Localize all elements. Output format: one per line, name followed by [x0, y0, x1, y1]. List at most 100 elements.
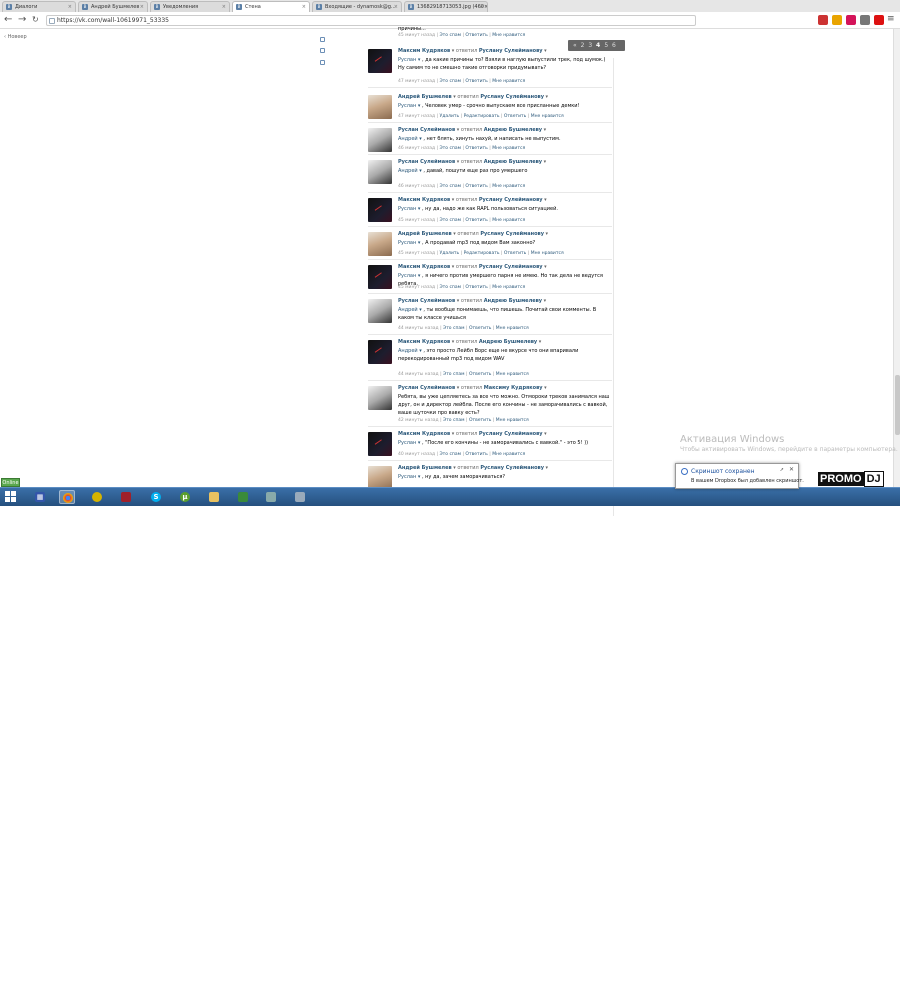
browser-tab[interactable]: В Диалоги ×: [2, 1, 76, 12]
comment-author[interactable]: Максим Кудряков: [398, 197, 450, 203]
chevron-down-icon[interactable]: ▾: [542, 159, 547, 165]
avatar[interactable]: [368, 432, 392, 456]
newer-link[interactable]: ‹ Новеер: [4, 34, 27, 40]
avatar[interactable]: [368, 386, 392, 410]
reply-to-link[interactable]: Руслану Сулейманову: [479, 197, 543, 203]
tab-close-icon[interactable]: ×: [480, 2, 484, 12]
gmail-icon[interactable]: [874, 15, 884, 25]
comment-action[interactable]: Ответить: [465, 184, 487, 189]
chevron-down-icon[interactable]: ▾: [543, 197, 547, 203]
comment-action[interactable]: Ответить: [469, 418, 491, 423]
taskbar-chrome-icon[interactable]: [59, 490, 75, 504]
comment-action[interactable]: Это спам: [443, 326, 465, 331]
taskbar-utorrent-icon[interactable]: µ: [177, 490, 193, 504]
comment-action[interactable]: Это спам: [440, 79, 462, 84]
taskbar-save-icon[interactable]: ▦: [32, 490, 48, 504]
comment-time[interactable]: 45 минут назад: [398, 33, 435, 38]
comment-action[interactable]: Ответить: [504, 114, 526, 119]
pagination-prev[interactable]: «: [573, 42, 581, 49]
comment-action[interactable]: Редактировать: [464, 251, 500, 256]
mention-link[interactable]: Андрей ▾: [398, 136, 423, 142]
comment-action[interactable]: Это спам: [440, 285, 462, 290]
comment-action[interactable]: Ответить: [469, 326, 491, 331]
comment-author[interactable]: Руслан Сулейманов: [398, 127, 455, 133]
mention-link[interactable]: Руслан ▾: [398, 240, 422, 246]
mention-link[interactable]: Андрей ▾: [398, 348, 423, 354]
taskbar-folder-icon[interactable]: [206, 490, 222, 504]
pagination-page[interactable]: 6: [612, 42, 617, 49]
pagination-page[interactable]: 5: [604, 42, 612, 49]
reply-to-link[interactable]: Максиму Кудрякову: [484, 385, 543, 391]
avatar[interactable]: [368, 160, 392, 184]
taskbar-app-icon[interactable]: [89, 490, 105, 504]
chevron-down-icon[interactable]: ▾: [543, 264, 547, 270]
mention-link[interactable]: Андрей ▾: [398, 307, 423, 313]
extension-icon[interactable]: [846, 15, 856, 25]
comment-action[interactable]: Ответить: [465, 146, 487, 151]
taskbar-app-icon[interactable]: [292, 490, 308, 504]
chevron-down-icon[interactable]: ▾: [543, 48, 547, 54]
avatar[interactable]: [368, 340, 392, 364]
comment-action[interactable]: Мне нравится: [496, 326, 529, 331]
comment-action[interactable]: Мне нравится: [492, 79, 525, 84]
comment-time[interactable]: 40 минут назад: [398, 452, 435, 457]
comment-time[interactable]: 46 минут назад: [398, 146, 435, 151]
tab-close-icon[interactable]: ×: [68, 2, 72, 12]
mention-link[interactable]: Руслан ▾: [398, 273, 422, 279]
comment-action[interactable]: Это спам: [440, 33, 462, 38]
extension-icon[interactable]: [832, 15, 842, 25]
comment-action[interactable]: Ответить: [465, 452, 487, 457]
mention-link[interactable]: Руслан ▾: [398, 103, 422, 109]
reply-to-link[interactable]: Андрею Бушмелеву: [479, 339, 537, 345]
scrollbar-thumb[interactable]: [895, 375, 900, 435]
reply-to-link[interactable]: Андрею Бушмелеву: [484, 159, 542, 165]
mention-link[interactable]: Андрей ▾: [398, 168, 423, 174]
comment-author[interactable]: Руслан Сулейманов: [398, 159, 455, 165]
comment-action[interactable]: Мне нравится: [496, 372, 529, 377]
browser-tab[interactable]: В Уведомления ×: [150, 1, 230, 12]
browser-tab[interactable]: В 13682918713053.jpg (460×... ×: [404, 1, 488, 12]
avatar[interactable]: [368, 198, 392, 222]
chevron-down-icon[interactable]: ▾: [544, 94, 549, 100]
mention-link[interactable]: Руслан ▾: [398, 57, 422, 63]
comment-author[interactable]: Руслан Сулейманов: [398, 298, 455, 304]
comment-author[interactable]: Руслан Сулейманов: [398, 385, 455, 391]
comment-time[interactable]: 47 минут назад: [398, 79, 435, 84]
tab-close-icon[interactable]: ×: [140, 2, 144, 12]
comment-action[interactable]: Это спам: [440, 146, 462, 151]
comment-action[interactable]: Это спам: [440, 218, 462, 223]
reload-icon[interactable]: ↻: [32, 14, 39, 26]
comment-action[interactable]: Ответить: [504, 251, 526, 256]
clock[interactable]: 22:26 24.12.2014: [866, 977, 896, 991]
start-button[interactable]: [5, 491, 17, 503]
taskbar-skype-icon[interactable]: S: [148, 490, 164, 504]
tab-close-icon[interactable]: ×: [394, 2, 398, 12]
chevron-down-icon[interactable]: ▾: [544, 465, 549, 471]
tab-close-icon[interactable]: ×: [302, 2, 306, 12]
comment-author[interactable]: Максим Кудряков: [398, 264, 450, 270]
chevron-down-icon[interactable]: ▾: [542, 298, 547, 304]
comment-action[interactable]: Мне нравится: [492, 285, 525, 290]
mention-link[interactable]: Руслан ▾: [398, 474, 422, 480]
reply-to-link[interactable]: Андрею Бушмелеву: [484, 298, 542, 304]
language-indicator[interactable]: ENG: [848, 981, 859, 987]
comment-author[interactable]: Андрей Бушмелев: [398, 465, 452, 471]
comment-action[interactable]: Это спам: [440, 184, 462, 189]
system-tray-icons[interactable]: ▲ ▣ ■ ▮ ♬: [760, 978, 787, 984]
comment-action[interactable]: Ответить: [469, 372, 491, 377]
chevron-down-icon[interactable]: ▾: [542, 127, 547, 133]
comment-time[interactable]: 45 минут назад: [398, 251, 435, 256]
close-icon[interactable]: ✕: [789, 466, 794, 473]
comment-action[interactable]: Ответить: [465, 79, 487, 84]
comment-action[interactable]: Ответить: [465, 285, 487, 290]
comment-action[interactable]: Это спам: [443, 418, 465, 423]
share-icon[interactable]: [320, 60, 325, 65]
comment-action[interactable]: Мне нравится: [492, 452, 525, 457]
avatar[interactable]: [368, 49, 392, 73]
extension-icon[interactable]: [818, 15, 828, 25]
browser-tab[interactable]: В Входящие - dynamosk@g... ×: [312, 1, 402, 12]
comment-time[interactable]: 44 минуты назад: [398, 372, 439, 377]
comment-action[interactable]: Мне нравится: [492, 33, 525, 38]
comment-author[interactable]: Андрей Бушмелев: [398, 94, 452, 100]
mention-link[interactable]: Руслан ▾: [398, 440, 422, 446]
